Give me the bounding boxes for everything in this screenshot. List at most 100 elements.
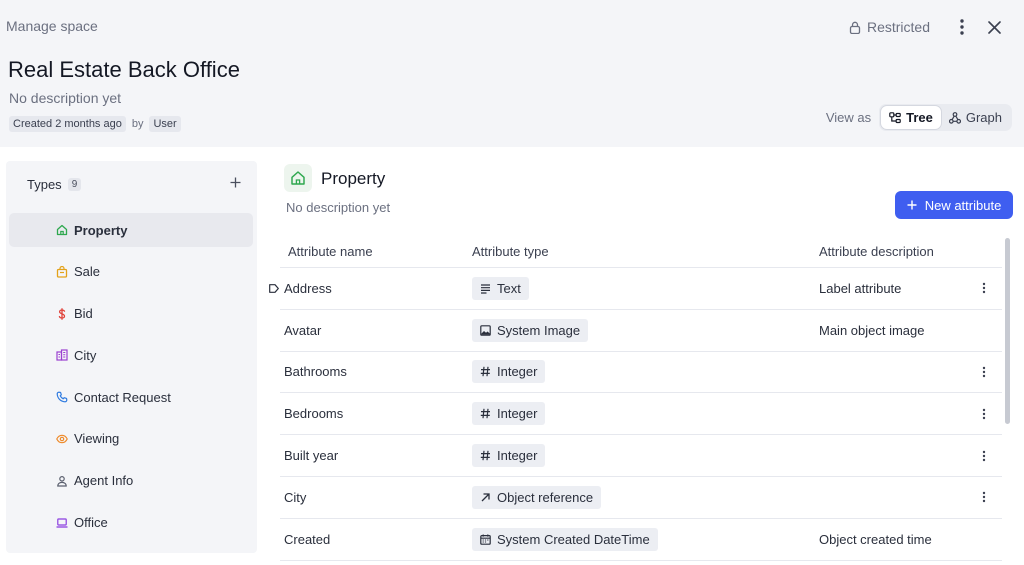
sidebar-item-agent-info[interactable]: Agent Info bbox=[9, 464, 253, 498]
sidebar-item-office[interactable]: Office bbox=[9, 506, 253, 540]
type-title: Property bbox=[321, 169, 386, 188]
restricted-button[interactable]: Restricted bbox=[849, 19, 930, 35]
text-icon bbox=[481, 284, 490, 294]
row-menu-button[interactable] bbox=[982, 408, 986, 420]
row-menu-button[interactable] bbox=[982, 450, 986, 462]
column-header-name: Attribute name bbox=[288, 244, 373, 259]
attribute-type-label: Text bbox=[497, 280, 521, 296]
lock-icon bbox=[849, 21, 861, 34]
restricted-label: Restricted bbox=[866, 19, 930, 35]
attribute-type-label: Object reference bbox=[497, 489, 594, 505]
sidebar-item-label: City bbox=[74, 347, 97, 363]
attribute-name: Address bbox=[284, 280, 332, 296]
sidebar-item-viewing[interactable]: Viewing bbox=[9, 422, 253, 456]
types-sidebar: Types 9 Property Sale Bid City Contact R… bbox=[6, 161, 257, 553]
table-row[interactable]: Avatar System Image Main object image bbox=[280, 310, 1002, 352]
add-type-button[interactable] bbox=[230, 175, 241, 193]
sidebar-item-label: Contact Request bbox=[74, 389, 171, 405]
plus-icon bbox=[907, 200, 917, 210]
sidebar-item-label: Bid bbox=[74, 306, 93, 322]
row-menu-button[interactable] bbox=[982, 491, 986, 503]
sidebar-item-contact-request[interactable]: Contact Request bbox=[9, 380, 253, 414]
attribute-description: Main object image bbox=[819, 322, 925, 338]
new-attribute-button[interactable]: New attribute bbox=[895, 191, 1013, 219]
table-scrollbar[interactable] bbox=[1005, 238, 1010, 424]
space-title: Real Estate Back Office bbox=[8, 57, 240, 82]
new-attribute-label: New attribute bbox=[924, 197, 1002, 213]
home-icon bbox=[56, 224, 68, 236]
user-icon bbox=[57, 475, 67, 487]
attribute-type-label: Integer bbox=[497, 364, 538, 380]
building-icon bbox=[56, 349, 68, 361]
arrow-up-right-icon bbox=[481, 493, 490, 502]
kebab-icon bbox=[982, 283, 985, 294]
attribute-type-chip: Text bbox=[472, 276, 529, 300]
table-row[interactable]: Built year Integer bbox=[280, 435, 1002, 477]
close-button[interactable] bbox=[978, 14, 1010, 40]
sidebar-item-sale[interactable]: Sale bbox=[9, 255, 253, 289]
attribute-name: Bedrooms bbox=[284, 406, 344, 422]
attributes-table: Attribute name Attribute type Attribute … bbox=[269, 236, 1002, 561]
image-icon bbox=[480, 324, 491, 336]
user-chip[interactable]: User bbox=[149, 116, 181, 132]
bag-icon bbox=[56, 265, 68, 278]
hash-icon bbox=[480, 367, 490, 377]
column-header-type: Attribute type bbox=[472, 244, 549, 259]
dollar-icon bbox=[58, 307, 66, 320]
phone-icon bbox=[56, 391, 68, 403]
view-as-switch: View as Tree Graph bbox=[826, 104, 1012, 131]
table-row[interactable]: Address Text Label attribute bbox=[269, 268, 1002, 310]
calendar-icon bbox=[480, 534, 491, 545]
attribute-name: City bbox=[284, 489, 307, 505]
eye-icon bbox=[56, 434, 68, 444]
view-tree-label: Tree bbox=[906, 110, 933, 125]
kebab-icon bbox=[982, 492, 985, 503]
table-row[interactable]: Created System Created DateTime Object c… bbox=[280, 519, 1002, 561]
table-row[interactable]: Bedrooms Integer bbox=[280, 393, 1002, 436]
types-label: Types bbox=[27, 177, 62, 192]
view-toggle: Tree Graph bbox=[879, 104, 1012, 131]
sidebar-item-label: Office bbox=[74, 515, 108, 531]
hash-icon bbox=[480, 450, 490, 461]
attribute-name: Created bbox=[284, 531, 331, 547]
sidebar-item-label: Property bbox=[74, 222, 128, 238]
sidebar-item-label: Viewing bbox=[74, 431, 120, 447]
row-menu-button[interactable] bbox=[982, 282, 986, 294]
attribute-type-chip: Integer bbox=[472, 444, 546, 468]
more-options-button[interactable] bbox=[946, 14, 978, 40]
sidebar-item-bid[interactable]: Bid bbox=[9, 297, 253, 331]
attribute-type-chip: Integer bbox=[472, 360, 546, 384]
attribute-description: Label attribute bbox=[819, 280, 902, 296]
close-icon bbox=[987, 20, 1001, 34]
sidebar-item-property[interactable]: Property bbox=[9, 213, 253, 247]
attribute-type-chip: Object reference bbox=[472, 485, 602, 509]
tree-icon bbox=[889, 111, 901, 123]
sidebar-item-label: Agent Info bbox=[74, 473, 134, 489]
manage-space-label: Manage space bbox=[6, 18, 98, 34]
attribute-type-label: System Created DateTime bbox=[497, 531, 650, 547]
kebab-icon bbox=[982, 450, 985, 461]
space-description: No description yet bbox=[9, 90, 122, 106]
types-header: Types 9 bbox=[27, 177, 82, 192]
space-header: Manage space Restricted Real Estate Back… bbox=[0, 0, 1024, 147]
type-icon-badge bbox=[284, 164, 312, 192]
home-icon bbox=[291, 171, 305, 185]
table-header: Attribute name Attribute type Attribute … bbox=[280, 236, 1002, 268]
attribute-type-label: Integer bbox=[497, 406, 538, 422]
by-label: by bbox=[131, 118, 144, 130]
table-row[interactable]: City Object reference bbox=[280, 477, 1002, 519]
attribute-type-chip: System Created DateTime bbox=[472, 527, 658, 551]
label-tag-icon bbox=[269, 284, 279, 293]
view-tree-button[interactable]: Tree bbox=[881, 106, 941, 129]
hash-icon bbox=[480, 409, 490, 419]
sidebar-item-label: Sale bbox=[74, 264, 101, 280]
table-row[interactable]: Bathrooms Integer bbox=[280, 352, 1002, 394]
type-description: No description yet bbox=[286, 200, 391, 215]
view-as-label: View as bbox=[825, 110, 872, 125]
row-menu-button[interactable] bbox=[982, 366, 986, 378]
space-meta: Created 2 months ago by User bbox=[9, 116, 181, 132]
attribute-type-chip: System Image bbox=[472, 318, 589, 342]
view-graph-button[interactable]: Graph bbox=[941, 106, 1010, 129]
attribute-type-label: Integer bbox=[497, 448, 538, 464]
sidebar-item-city[interactable]: City bbox=[9, 338, 253, 372]
